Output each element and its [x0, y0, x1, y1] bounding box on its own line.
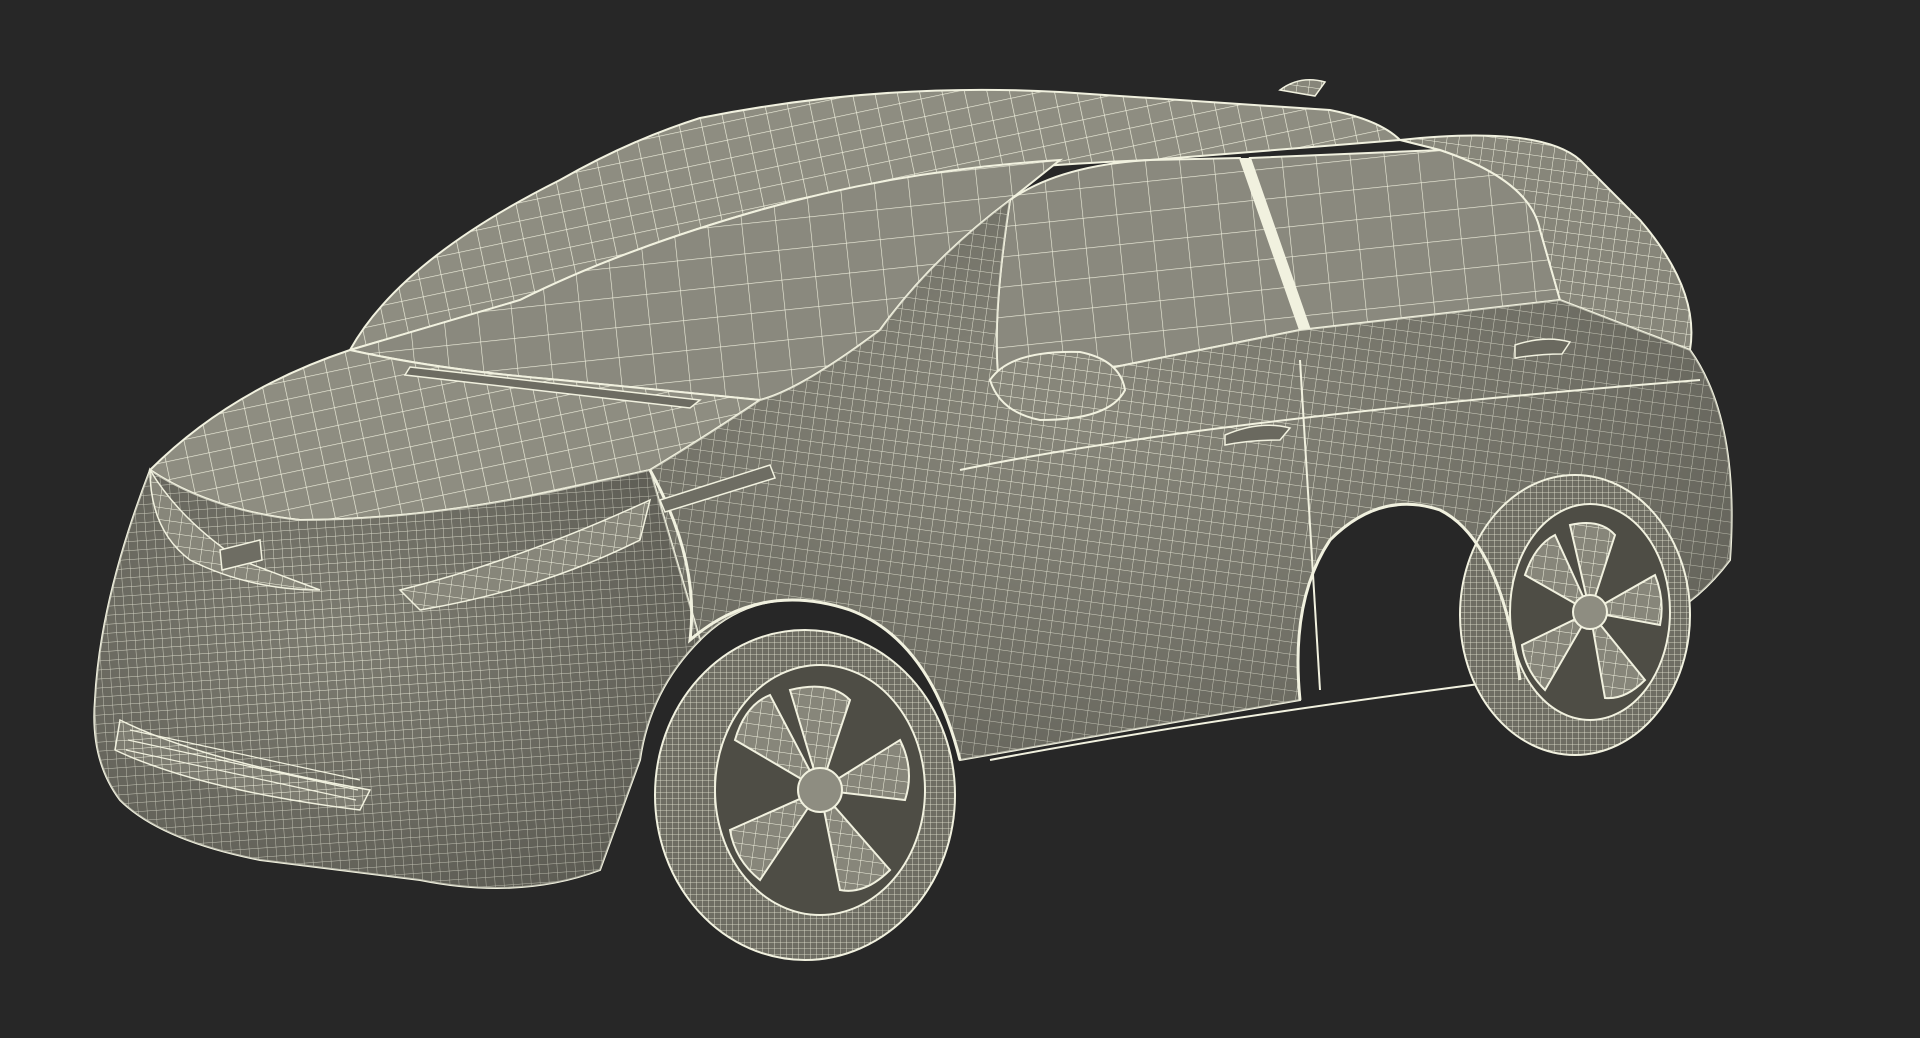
front-wheel — [654, 629, 956, 961]
render-viewport — [0, 0, 1920, 1038]
roof-antenna — [1278, 79, 1327, 97]
rear-wheel — [1459, 474, 1691, 756]
wireframe-car-render — [93, 79, 1733, 961]
